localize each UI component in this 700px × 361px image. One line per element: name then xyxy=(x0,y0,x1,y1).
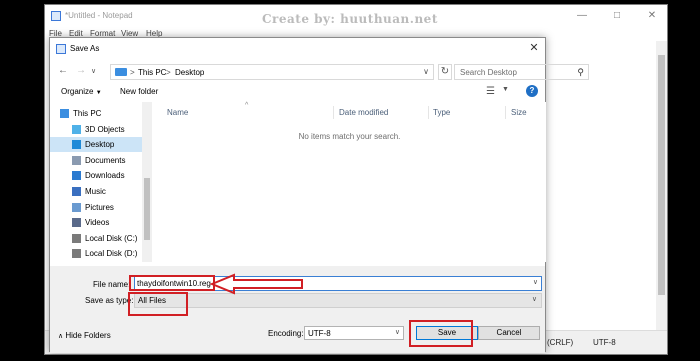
pc-icon xyxy=(60,109,69,118)
close-icon[interactable]: ✕ xyxy=(637,8,667,24)
nav-item-label: Local Disk (D:) xyxy=(85,249,138,259)
hide-folders-button[interactable]: ∧ Hide Folders xyxy=(58,331,111,340)
navigation-bar: ← → ∨ > This PC > Desktop ∨ ↻ Search Des… xyxy=(50,60,589,82)
nav-item-label: Pictures xyxy=(85,202,114,212)
help-icon[interactable]: ? xyxy=(526,85,538,97)
notepad-icon xyxy=(51,11,61,21)
save-as-type-select[interactable]: All Files ∨ xyxy=(134,293,542,308)
download-icon xyxy=(72,171,81,181)
column-divider xyxy=(333,106,334,119)
drive-icon xyxy=(72,249,81,259)
save-as-dialog: Save As ✕ ← → ∨ > This PC > Desktop ∨ ↻ … xyxy=(49,37,589,353)
encoding-value: UTF-8 xyxy=(308,329,331,338)
status-line-ending: (CRLF) xyxy=(547,338,574,347)
nav-item[interactable]: Local Disk (C:) xyxy=(50,231,142,246)
pc-icon xyxy=(115,68,127,76)
cube-icon xyxy=(72,124,81,134)
nav-item[interactable]: Pictures xyxy=(50,200,142,215)
column-size[interactable]: Size xyxy=(511,108,527,117)
notepad-title: *Untitled - Notepad xyxy=(65,11,133,20)
column-type[interactable]: Type xyxy=(433,108,450,117)
dialog-toolbar: Organize ▼ New folder ☰ ▼ ? xyxy=(50,82,545,102)
music-icon xyxy=(72,187,81,196)
annotation-arrow xyxy=(209,273,303,295)
nav-item-label: This PC xyxy=(73,109,102,118)
address-separator: > xyxy=(130,68,135,77)
nav-item-label: Documents xyxy=(85,155,126,165)
recent-locations-icon[interactable]: ∨ xyxy=(91,66,96,78)
videos-icon xyxy=(72,218,81,228)
forward-arrow-icon[interactable]: → xyxy=(76,65,86,77)
address-bar[interactable]: > This PC > Desktop ∨ xyxy=(110,64,434,80)
chevron-down-icon[interactable]: ∨ xyxy=(533,278,538,286)
cancel-button[interactable]: Cancel xyxy=(478,326,540,340)
minimize-icon[interactable]: — xyxy=(567,8,597,24)
chevron-down-icon[interactable]: ∨ xyxy=(423,67,429,76)
documents-icon xyxy=(72,155,81,165)
file-list[interactable]: ^ Name Date modified Type Size No items … xyxy=(153,102,546,262)
encoding-label: Encoding: xyxy=(268,329,304,338)
caret-down-icon: ▼ xyxy=(95,90,102,96)
nav-scroll-thumb[interactable] xyxy=(144,178,150,240)
desktop-icon xyxy=(72,140,81,150)
nav-item[interactable]: Desktop xyxy=(50,137,142,153)
search-placeholder: Search Desktop xyxy=(460,68,517,77)
navigation-pane: This PC 3D Objects Desktop Documents Downloa… xyxy=(50,102,153,262)
notepad-icon xyxy=(56,44,66,54)
nav-item[interactable]: Music xyxy=(50,184,142,199)
nav-item[interactable]: Downloads xyxy=(50,168,142,183)
close-icon[interactable]: ✕ xyxy=(527,41,541,55)
nav-item[interactable]: Videos xyxy=(50,215,142,230)
save-as-type-highlight xyxy=(128,292,188,316)
address-separator: > xyxy=(166,68,171,77)
notepad-scrollbar[interactable] xyxy=(656,41,667,331)
address-segment-this-pc[interactable]: This PC xyxy=(138,68,166,77)
nav-item[interactable]: Documents xyxy=(50,153,142,168)
organize-label: Organize xyxy=(61,87,94,96)
view-options-icon[interactable]: ☰ xyxy=(486,86,495,97)
search-input[interactable]: Search Desktop ⚲ xyxy=(454,64,589,80)
maximize-icon[interactable]: □ xyxy=(602,8,632,24)
hide-folders-label: Hide Folders xyxy=(65,331,111,340)
column-divider xyxy=(428,106,429,119)
drive-icon xyxy=(72,233,81,243)
chevron-down-icon[interactable]: ∨ xyxy=(532,295,537,303)
nav-item[interactable]: This PC xyxy=(50,106,142,121)
nav-item-label: Desktop xyxy=(85,140,115,150)
file-name-highlight xyxy=(129,275,215,291)
nav-scrollbar[interactable] xyxy=(142,102,152,262)
column-name[interactable]: Name xyxy=(167,108,188,117)
nav-item-label: Videos xyxy=(85,218,110,228)
address-segment-desktop[interactable]: Desktop xyxy=(175,68,204,77)
file-name-label: File name: xyxy=(93,280,131,289)
nav-item[interactable]: 3D Objects xyxy=(50,122,142,137)
refresh-icon[interactable]: ↻ xyxy=(438,64,452,80)
nav-item-label: Downloads xyxy=(85,171,125,181)
chevron-down-icon[interactable]: ∨ xyxy=(395,328,400,336)
watermark: Create by: huuthuan.net xyxy=(262,12,438,26)
save-as-type-label: Save as type: xyxy=(85,296,134,305)
new-folder-button[interactable]: New folder xyxy=(120,87,158,96)
encoding-select[interactable]: UTF-8 ∨ xyxy=(304,326,404,340)
nav-item[interactable]: Local Disk (D:) xyxy=(50,246,142,261)
nav-item-label: 3D Objects xyxy=(85,124,125,134)
nav-item-label: Local Disk (C:) xyxy=(85,233,138,243)
caret-down-icon[interactable]: ▼ xyxy=(502,86,509,93)
dialog-title: Save As xyxy=(70,44,100,53)
chevron-up-icon: ∧ xyxy=(58,333,64,340)
organize-button[interactable]: Organize ▼ xyxy=(61,87,102,96)
column-date-modified[interactable]: Date modified xyxy=(339,108,388,117)
save-button-highlight xyxy=(409,320,473,347)
sort-up-icon: ^ xyxy=(245,102,249,109)
column-divider xyxy=(505,106,506,119)
status-encoding: UTF-8 xyxy=(593,338,616,347)
nav-item-label: Music xyxy=(85,187,106,196)
notepad-scroll-thumb[interactable] xyxy=(658,55,665,295)
pictures-icon xyxy=(72,202,81,212)
back-arrow-icon[interactable]: ← xyxy=(58,65,68,77)
dialog-titlebar: Save As ✕ xyxy=(50,38,545,60)
search-icon[interactable]: ⚲ xyxy=(577,67,584,78)
empty-message: No items match your search. xyxy=(298,132,401,141)
